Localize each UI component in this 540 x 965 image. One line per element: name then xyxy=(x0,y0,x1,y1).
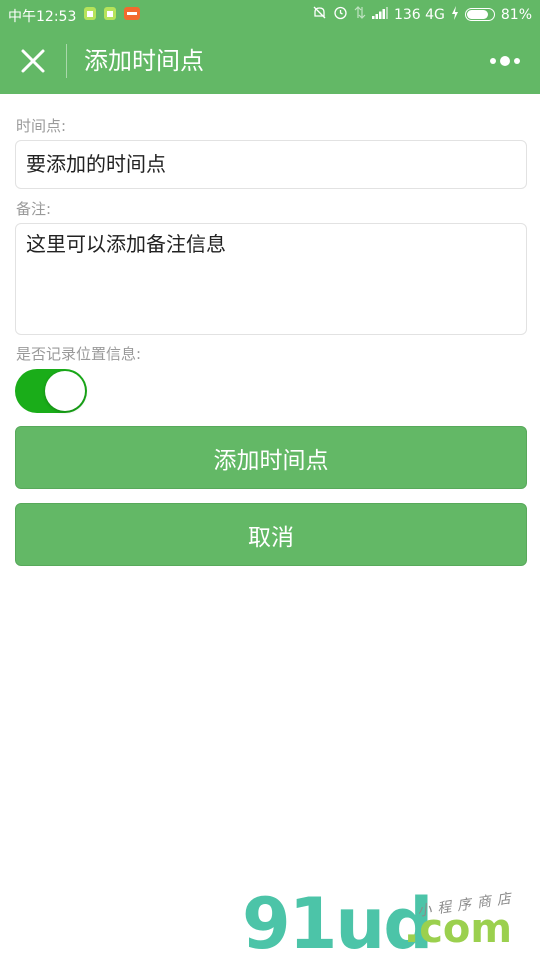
signal-icon xyxy=(371,6,388,23)
status-time: 中午12:53 xyxy=(8,9,77,25)
alarm-icon xyxy=(333,5,348,24)
watermark-logo: 91ud .com 小程序商店 xyxy=(242,888,540,960)
close-icon[interactable] xyxy=(18,46,48,76)
app-notification-icon xyxy=(104,7,116,20)
mute-icon xyxy=(312,5,327,24)
location-label: 是否记录位置信息: xyxy=(16,345,142,363)
battery-icon xyxy=(464,8,495,21)
page-title: 添加时间点 xyxy=(84,47,204,75)
app-notification-icon xyxy=(84,7,96,20)
location-toggle[interactable] xyxy=(15,369,87,413)
toggle-knob xyxy=(45,371,85,411)
watermark-brand: 91ud xyxy=(242,883,433,965)
charging-icon xyxy=(451,5,459,24)
battery-level xyxy=(466,10,488,19)
data-transfer-icon xyxy=(354,5,366,24)
battery-percent: 81% xyxy=(500,6,532,23)
add-timepoint-button[interactable]: 添加时间点 xyxy=(15,426,527,489)
time-label: 时间点: xyxy=(16,117,67,135)
note-textarea[interactable]: 这里可以添加备注信息 xyxy=(15,223,527,335)
more-options-icon[interactable] xyxy=(488,50,522,72)
title-bar: 添加时间点 xyxy=(0,28,540,94)
app-notification-icon xyxy=(124,7,140,20)
cancel-button[interactable]: 取消 xyxy=(15,503,527,566)
note-label: 备注: xyxy=(16,200,52,218)
status-bar: 中午12:53 136 4G 81% xyxy=(0,0,540,28)
time-input[interactable]: 要添加的时间点 xyxy=(15,140,527,189)
network-label: 136 4G xyxy=(393,6,445,23)
title-divider xyxy=(66,44,67,78)
